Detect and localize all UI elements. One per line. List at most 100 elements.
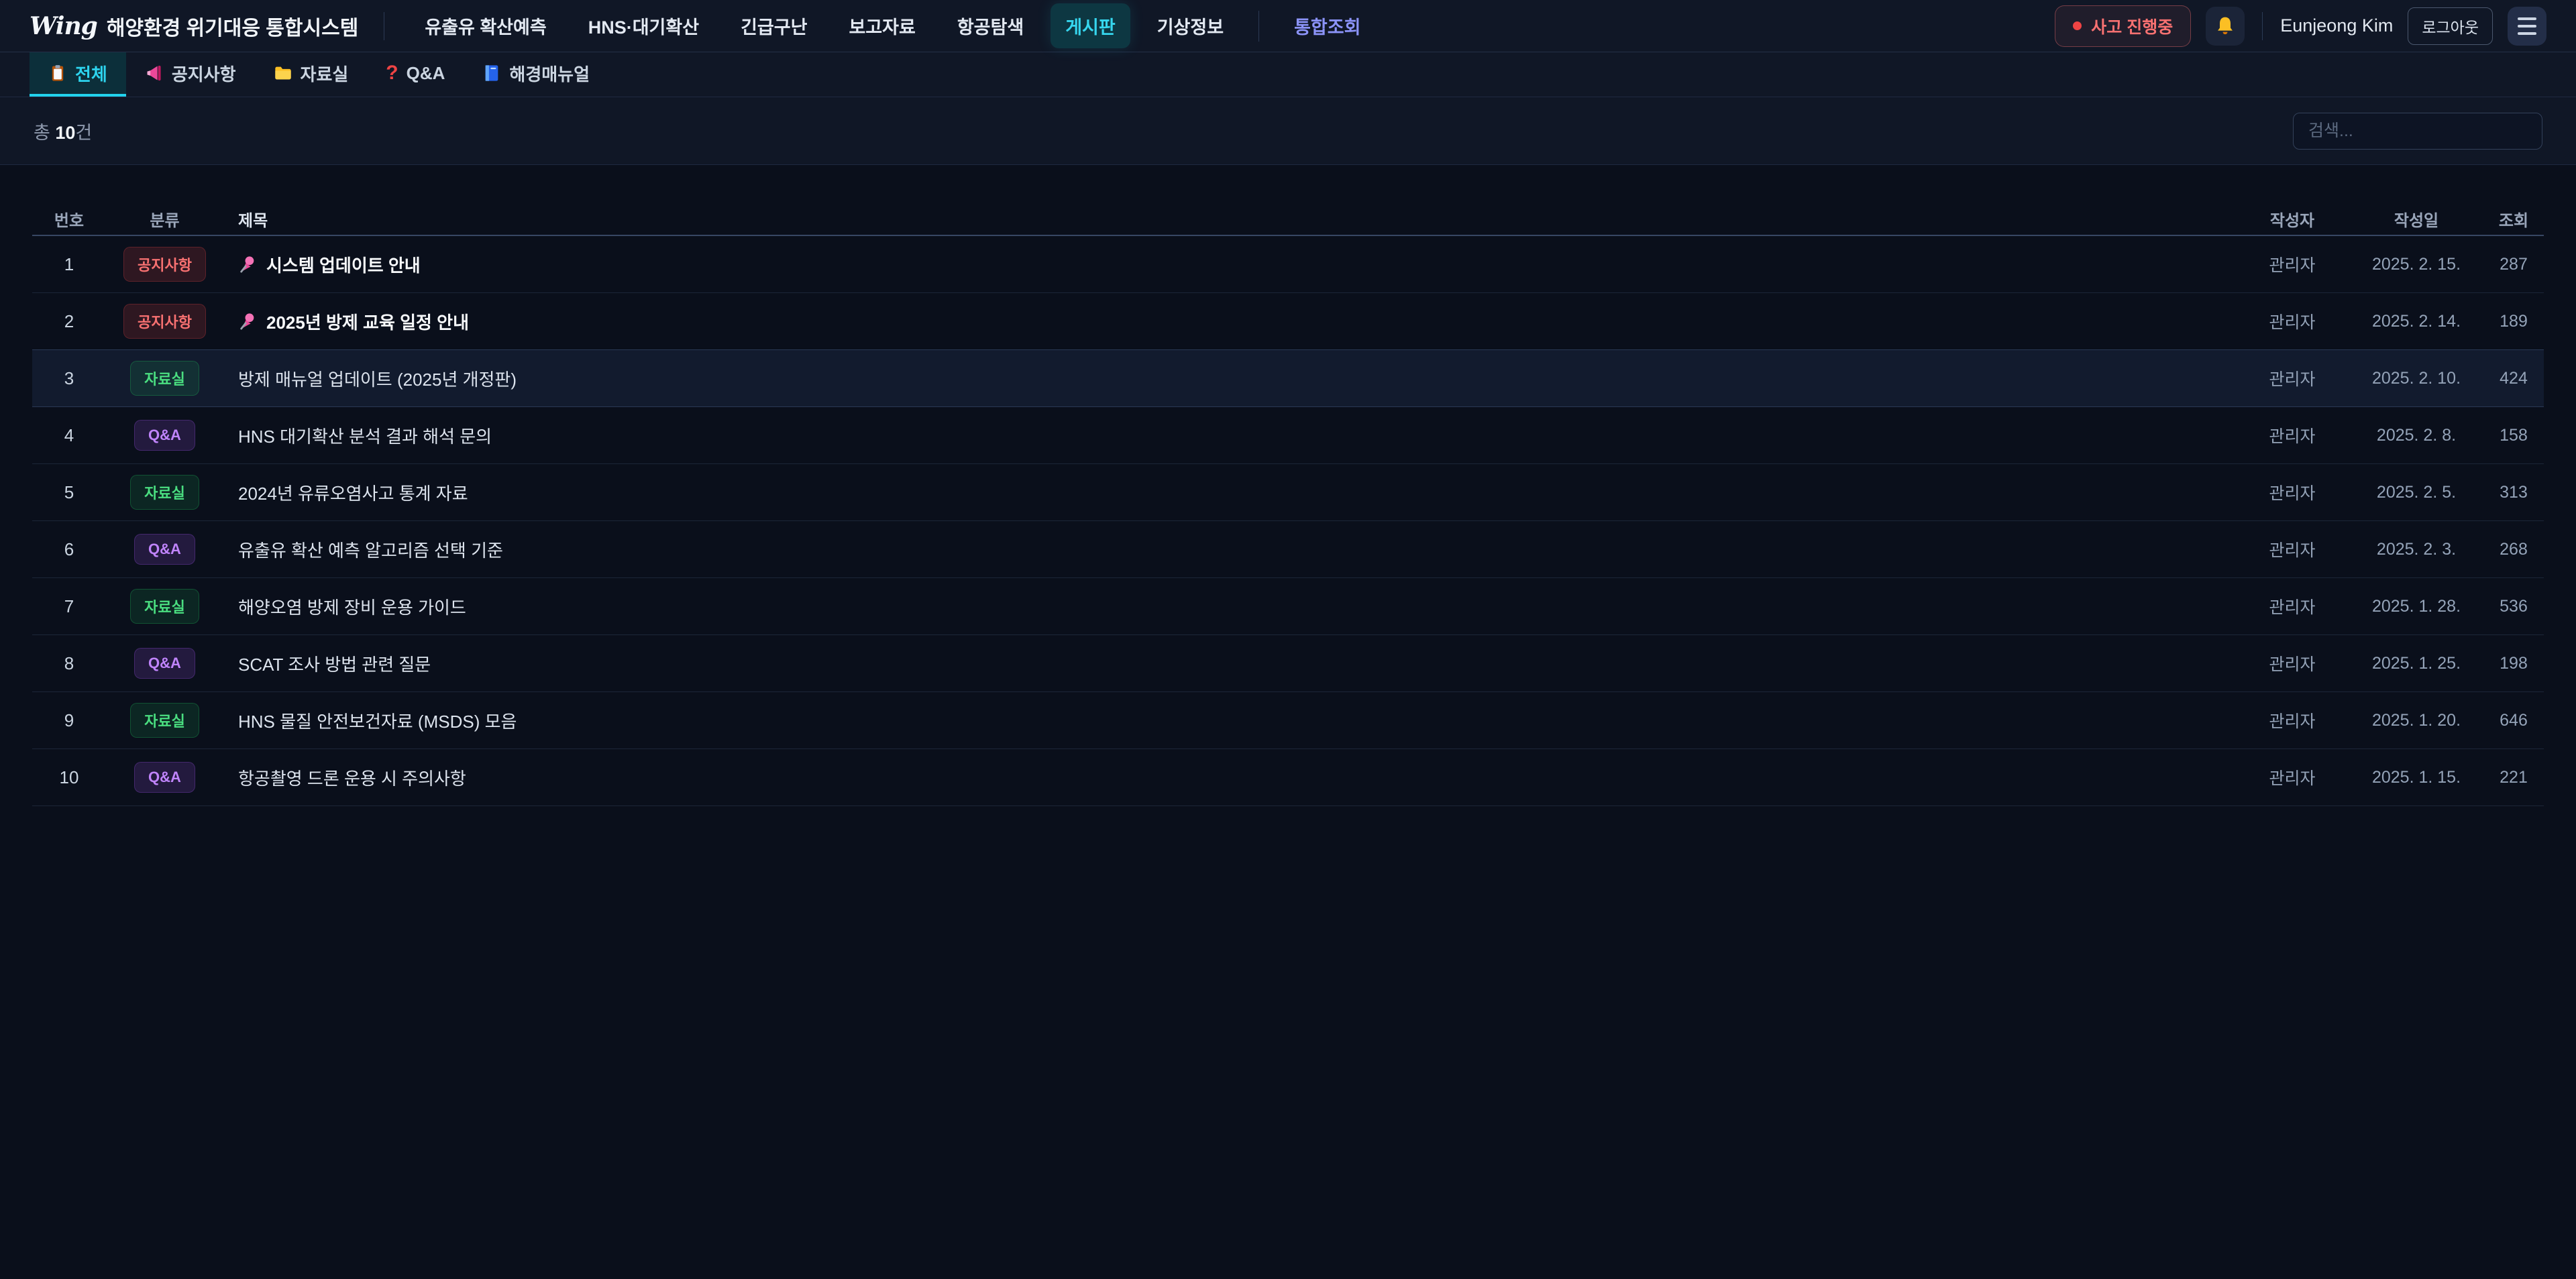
nav-item-4[interactable]: 항공탐색: [943, 3, 1038, 48]
row-title: 2024년 유류오염사고 통계 자료: [223, 480, 2235, 505]
notifications-button[interactable]: [2206, 7, 2245, 46]
status-dot-icon: [2073, 21, 2082, 30]
total-count-value: 10: [55, 123, 75, 143]
row-title: 2025년 방제 교육 일정 안내: [223, 309, 2235, 334]
app-title: 해양환경 위기대응 통합시스템: [107, 11, 358, 41]
category-badge: Q&A: [134, 534, 195, 565]
row-author: 관리자: [2235, 309, 2349, 333]
board-table: 번호 분류 제목 작성자 작성일 조회 1 공지사항 시스템 업데이트 안내 관…: [0, 165, 2576, 806]
row-title: SCAT 조사 방법 관련 질문: [223, 651, 2235, 676]
row-title: HNS 대기확산 분석 결과 해석 문의: [223, 423, 2235, 448]
clipboard-icon: [48, 64, 67, 82]
category-badge: 공지사항: [123, 247, 206, 282]
row-title: 유출유 확산 예측 알고리즘 선택 기준: [223, 537, 2235, 562]
row-title: 해양오염 방제 장비 운용 가이드: [223, 594, 2235, 619]
nav-item-7[interactable]: 통합조회: [1279, 3, 1375, 48]
tab-all[interactable]: 전체: [30, 52, 126, 97]
nav-item-2[interactable]: 긴급구난: [726, 3, 822, 48]
tab-manual[interactable]: 해경매뉴얼: [464, 52, 608, 97]
table-row[interactable]: 10 Q&A 항공촬영 드론 운용 시 주의사항 관리자 2025. 1. 15…: [32, 749, 2544, 806]
row-views: 424: [2483, 369, 2544, 388]
bell-icon: [2214, 15, 2236, 37]
row-author: 관리자: [2235, 480, 2349, 504]
row-date: 2025. 1. 20.: [2349, 711, 2483, 730]
row-date: 2025. 2. 10.: [2349, 369, 2483, 388]
topbar: Wing 해양환경 위기대응 통합시스템 유출유 확산예측 HNS·대기확산 긴급구…: [0, 0, 2576, 52]
row-views: 268: [2483, 540, 2544, 559]
tab-qna[interactable]: ? Q&A: [367, 52, 464, 97]
row-views: 313: [2483, 483, 2544, 502]
nav-item-1[interactable]: HNS·대기확산: [574, 3, 714, 48]
table-row[interactable]: 1 공지사항 시스템 업데이트 안내 관리자 2025. 2. 15. 287: [32, 236, 2544, 293]
tab-notice[interactable]: 공지사항: [126, 52, 255, 97]
category-badge: 자료실: [130, 361, 199, 396]
row-title: 시스템 업데이트 안내: [223, 252, 2235, 277]
row-author: 관리자: [2235, 423, 2349, 447]
table-row[interactable]: 6 Q&A 유출유 확산 예측 알고리즘 선택 기준 관리자 2025. 2. …: [32, 521, 2544, 578]
app-logo: Wing 해양환경 위기대응 통합시스템: [30, 11, 358, 41]
row-views: 287: [2483, 255, 2544, 274]
logout-button[interactable]: 로그아웃: [2408, 7, 2493, 45]
row-views: 198: [2483, 654, 2544, 673]
header-no: 번호: [32, 207, 106, 231]
row-number: 3: [32, 368, 106, 389]
tab-data[interactable]: 자료실: [255, 52, 368, 97]
row-views: 536: [2483, 597, 2544, 616]
category-badge: Q&A: [134, 762, 195, 793]
table-row[interactable]: 4 Q&A HNS 대기확산 분석 결과 해석 문의 관리자 2025. 2. …: [32, 407, 2544, 464]
nav-item-6[interactable]: 기상정보: [1142, 3, 1238, 48]
row-number: 7: [32, 596, 106, 617]
header-title: 제목: [223, 207, 2235, 231]
nav-divider: [1258, 11, 1259, 42]
row-number: 8: [32, 653, 106, 674]
incident-status-badge[interactable]: 사고 진행중: [2055, 5, 2191, 47]
row-date: 2025. 2. 15.: [2349, 255, 2483, 274]
hamburger-menu-button[interactable]: [2508, 7, 2546, 46]
table-row[interactable]: 3 자료실 방제 매뉴얼 업데이트 (2025년 개정판) 관리자 2025. …: [32, 350, 2544, 407]
book-icon: [482, 64, 501, 82]
hamburger-menu-icon: [2518, 17, 2536, 20]
table-row[interactable]: 8 Q&A SCAT 조사 방법 관련 질문 관리자 2025. 1. 25. …: [32, 635, 2544, 692]
row-date: 2025. 2. 14.: [2349, 312, 2483, 331]
pin-icon: [238, 255, 257, 274]
row-date: 2025. 1. 15.: [2349, 768, 2483, 787]
row-number: 2: [32, 311, 106, 332]
row-views: 221: [2483, 768, 2544, 787]
row-author: 관리자: [2235, 252, 2349, 276]
category-badge: 자료실: [130, 703, 199, 738]
row-author: 관리자: [2235, 594, 2349, 618]
row-views: 646: [2483, 711, 2544, 730]
nav-item-0[interactable]: 유출유 확산예측: [410, 3, 561, 48]
header-date: 작성일: [2349, 207, 2483, 231]
row-author: 관리자: [2235, 537, 2349, 561]
row-author: 관리자: [2235, 651, 2349, 675]
row-author: 관리자: [2235, 708, 2349, 732]
nav-item-3[interactable]: 보고자료: [834, 3, 930, 48]
user-name: Eunjeong Kim: [2280, 15, 2393, 36]
table-row[interactable]: 5 자료실 2024년 유류오염사고 통계 자료 관리자 2025. 2. 5.…: [32, 464, 2544, 521]
row-date: 2025. 1. 25.: [2349, 654, 2483, 673]
row-author: 관리자: [2235, 366, 2349, 390]
row-views: 158: [2483, 426, 2544, 445]
row-date: 2025. 2. 8.: [2349, 426, 2483, 445]
table-row[interactable]: 7 자료실 해양오염 방제 장비 운용 가이드 관리자 2025. 1. 28.…: [32, 578, 2544, 635]
total-count-text: 총 10건: [34, 118, 92, 144]
board-toolbar: 총 10건: [0, 97, 2576, 165]
table-row[interactable]: 2 공지사항 2025년 방제 교육 일정 안내 관리자 2025. 2. 14…: [32, 293, 2544, 350]
row-date: 2025. 2. 5.: [2349, 483, 2483, 502]
table-row[interactable]: 9 자료실 HNS 물질 안전보건자료 (MSDS) 모음 관리자 2025. …: [32, 692, 2544, 749]
user-divider: [2262, 12, 2263, 40]
row-number: 9: [32, 710, 106, 731]
category-badge: Q&A: [134, 648, 195, 679]
row-number: 1: [32, 254, 106, 275]
megaphone-icon: [145, 64, 164, 82]
wing-logo-icon: Wing: [30, 12, 97, 40]
category-badge: 자료실: [130, 589, 199, 624]
header-category: 분류: [106, 207, 223, 231]
nav-item-5[interactable]: 게시판: [1051, 3, 1130, 48]
question-icon: ?: [386, 62, 398, 85]
category-badge: 공지사항: [123, 304, 206, 339]
header-author: 작성자: [2235, 207, 2349, 231]
search-input[interactable]: [2293, 113, 2542, 150]
row-number: 6: [32, 539, 106, 560]
